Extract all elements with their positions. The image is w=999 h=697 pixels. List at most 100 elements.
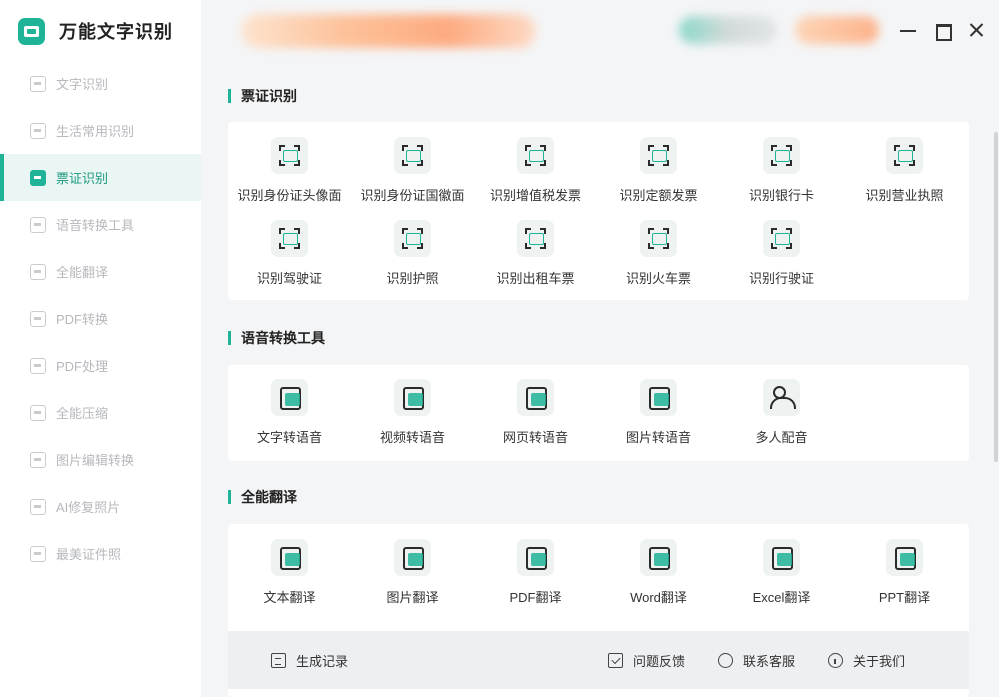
tool-label: 识别护照 bbox=[386, 271, 439, 286]
tool-label: 识别驾驶证 bbox=[256, 271, 322, 286]
pdf-convert-icon bbox=[30, 310, 46, 327]
compress-icon bbox=[30, 404, 46, 421]
tool-label: 识别身份证国徽面 bbox=[360, 188, 465, 203]
about-button[interactable]: 关于我们 bbox=[828, 631, 905, 689]
tool-label: 多人配音 bbox=[755, 430, 808, 445]
sidebar-item-4[interactable]: 全能翻译 bbox=[0, 248, 201, 295]
train-ticket-icon bbox=[640, 220, 677, 257]
sidebar-item-label: 最美证件照 bbox=[56, 547, 122, 562]
word-translate-icon bbox=[640, 539, 677, 576]
section-title-translate: 全能翻译 bbox=[228, 487, 297, 507]
maximize-icon[interactable] bbox=[930, 18, 954, 42]
tool-quota-invoice-button[interactable]: 识别定额发票 bbox=[597, 137, 720, 213]
text-to-speech-icon bbox=[271, 379, 308, 416]
tool-label: 视频转语音 bbox=[379, 430, 445, 445]
sidebar-nav: 文字识别生活常用识别 票证识别 语音转换工具 全能翻译 PDF转换 PDF处理全能压缩 图片… bbox=[0, 60, 201, 577]
sidebar-item-6[interactable]: PDF处理 bbox=[0, 342, 201, 389]
tool-text-to-speech-button[interactable]: 文字转语音 bbox=[228, 379, 351, 455]
tool-id-card-front-button[interactable]: 识别身份证头像面 bbox=[228, 137, 351, 213]
tool-business-license-button[interactable]: 识别营业执照 bbox=[843, 137, 966, 213]
chat-icon bbox=[718, 652, 733, 668]
bank-card-icon bbox=[763, 137, 800, 174]
tool-pdf-translate-button[interactable]: PDF翻译 bbox=[474, 539, 597, 615]
sidebar-item-3[interactable]: 语音转换工具 bbox=[0, 201, 201, 248]
tool-ppt-translate-button[interactable]: PPT翻译 bbox=[843, 539, 966, 615]
taxi-ticket-icon bbox=[517, 220, 554, 257]
user-account[interactable] bbox=[679, 16, 777, 44]
sidebar-item-10[interactable]: 最美证件照 bbox=[0, 530, 201, 577]
minimize-icon[interactable] bbox=[896, 18, 920, 42]
image-to-speech-icon bbox=[640, 379, 677, 416]
pdf-translate-icon bbox=[517, 539, 554, 576]
tool-label: PPT翻译 bbox=[878, 590, 931, 605]
tool-label: 文本翻译 bbox=[263, 590, 316, 605]
info-icon bbox=[828, 652, 843, 668]
section-card-ticket: 识别身份证头像面 识别身份证国徽面 识别增值税发票 识别定额发票 识别银行卡 识别营业执照… bbox=[228, 122, 969, 300]
ppt-translate-icon bbox=[886, 539, 923, 576]
sidebar-item-0[interactable]: 文字识别 bbox=[0, 60, 201, 107]
tool-text-translate-button[interactable]: 文本翻译 bbox=[228, 539, 351, 615]
translate-icon bbox=[30, 263, 46, 280]
tool-label: 文字转语音 bbox=[256, 430, 322, 445]
tool-video-to-speech-button[interactable]: 视频转语音 bbox=[351, 379, 474, 455]
sidebar-item-label: PDF转换 bbox=[56, 312, 109, 327]
tool-label: 网页转语音 bbox=[502, 430, 568, 445]
tool-multi-voice-button[interactable]: 多人配音 bbox=[720, 379, 843, 455]
sidebar-item-8[interactable]: 图片编辑转换 bbox=[0, 436, 201, 483]
tool-train-ticket-button[interactable]: 识别火车票 bbox=[597, 220, 720, 296]
section-title-voice: 语音转换工具 bbox=[228, 328, 325, 348]
text-translate-icon bbox=[271, 539, 308, 576]
tool-label: Excel翻译 bbox=[752, 590, 811, 605]
tool-label: 图片转语音 bbox=[625, 430, 691, 445]
tool-taxi-ticket-button[interactable]: 识别出租车票 bbox=[474, 220, 597, 296]
tool-label: 识别火车票 bbox=[625, 271, 691, 286]
id-card-back-icon bbox=[394, 137, 431, 174]
support-button[interactable]: 联系客服 bbox=[718, 631, 795, 689]
content-scrollbar[interactable] bbox=[994, 132, 998, 462]
sidebar-item-label: AI修复照片 bbox=[56, 500, 121, 515]
driver-license-icon bbox=[271, 220, 308, 257]
tool-excel-translate-button[interactable]: Excel翻译 bbox=[720, 539, 843, 615]
tool-label: PDF翻译 bbox=[509, 590, 562, 605]
vip-button[interactable] bbox=[795, 16, 879, 44]
history-button[interactable]: 生成记录 bbox=[271, 631, 348, 689]
title-bar bbox=[201, 0, 999, 62]
tool-image-translate-button[interactable]: 图片翻译 bbox=[351, 539, 474, 615]
footer-bar: 生成记录 问题反馈 联系客服 关于我们 bbox=[228, 631, 969, 689]
sidebar-item-5[interactable]: PDF转换 bbox=[0, 295, 201, 342]
feedback-icon bbox=[608, 652, 623, 668]
ai-repair-icon bbox=[30, 498, 46, 515]
sidebar-item-2[interactable]: 票证识别 bbox=[0, 154, 201, 201]
feedback-label: 问题反馈 bbox=[633, 653, 686, 669]
quota-invoice-icon bbox=[640, 137, 677, 174]
feedback-button[interactable]: 问题反馈 bbox=[608, 631, 685, 689]
close-icon[interactable] bbox=[964, 18, 988, 42]
tool-label: 识别行驶证 bbox=[748, 271, 814, 286]
tool-vat-invoice-button[interactable]: 识别增值税发票 bbox=[474, 137, 597, 213]
passport-icon bbox=[394, 220, 431, 257]
sidebar: 万能文字识别 文字识别生活常用识别 票证识别 语音转换工具 全能翻译 PDF转换 PDF处… bbox=[0, 0, 201, 697]
tool-web-to-speech-button[interactable]: 网页转语音 bbox=[474, 379, 597, 455]
multi-voice-icon bbox=[763, 379, 800, 416]
tool-passport-button[interactable]: 识别护照 bbox=[351, 220, 474, 296]
promo-banner[interactable] bbox=[241, 14, 536, 48]
tool-driver-license-button[interactable]: 识别驾驶证 bbox=[228, 220, 351, 296]
excel-translate-icon bbox=[763, 539, 800, 576]
clipboard-icon bbox=[271, 652, 286, 668]
sidebar-item-9[interactable]: AI修复照片 bbox=[0, 483, 201, 530]
ticket-scan-icon bbox=[30, 169, 46, 186]
web-to-speech-icon bbox=[517, 379, 554, 416]
support-label: 联系客服 bbox=[743, 653, 796, 669]
tool-label: 识别营业执照 bbox=[865, 188, 944, 203]
tool-id-card-back-button[interactable]: 识别身份证国徽面 bbox=[351, 137, 474, 213]
tool-image-to-speech-button[interactable]: 图片转语音 bbox=[597, 379, 720, 455]
app-header: 万能文字识别 bbox=[18, 16, 173, 46]
tool-bank-card-button[interactable]: 识别银行卡 bbox=[720, 137, 843, 213]
sidebar-item-label: 文字识别 bbox=[56, 77, 109, 92]
tool-word-translate-button[interactable]: Word翻译 bbox=[597, 539, 720, 615]
voice-icon bbox=[30, 216, 46, 233]
sidebar-item-1[interactable]: 生活常用识别 bbox=[0, 107, 201, 154]
sidebar-item-7[interactable]: 全能压缩 bbox=[0, 389, 201, 436]
tool-vehicle-license-button[interactable]: 识别行驶证 bbox=[720, 220, 843, 296]
sidebar-item-label: PDF处理 bbox=[56, 359, 109, 374]
